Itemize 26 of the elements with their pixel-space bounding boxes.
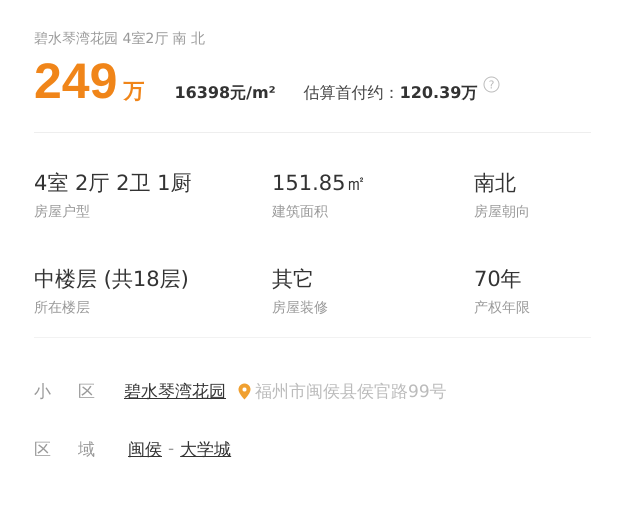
price-unit: 万 [123,78,144,105]
down-payment-value: 120.39万 [400,83,478,104]
spec-value: 151.85㎡ [272,170,366,197]
row-label: 小区 [34,380,124,402]
down-payment-label: 估算首付约： [304,83,400,104]
spec-value: 其它 [272,266,314,293]
separator: - [168,439,174,459]
subdistrict-link[interactable]: 大学城 [180,438,232,460]
spec-value: 70年 [474,266,522,293]
spec-value: 4室 2厅 2卫 1厨 [34,170,192,197]
unit-price: 16398元/m² [174,83,276,104]
community-address: 福州市闽侯县侯官路99号 [255,380,447,402]
community-link[interactable]: 碧水琴湾花园 [124,380,226,402]
district-link[interactable]: 闽侯 [128,438,162,460]
spec-label: 所在楼层 [34,299,90,317]
location-pin-icon [238,382,251,400]
row-label: 区域 [34,438,124,460]
spec-label: 产权年限 [474,299,530,317]
spec-label: 房屋户型 [34,203,90,221]
listing-title: 碧水琴湾花园 4室2厅 南 北 [34,30,206,48]
spec-label: 房屋装修 [272,299,328,317]
spec-value: 中楼层 (共18层) [34,266,189,293]
price-amount: 249 [34,56,118,106]
spec-label: 建筑面积 [272,203,328,221]
spec-value: 南北 [474,170,516,197]
spec-label: 房屋朝向 [474,203,530,221]
